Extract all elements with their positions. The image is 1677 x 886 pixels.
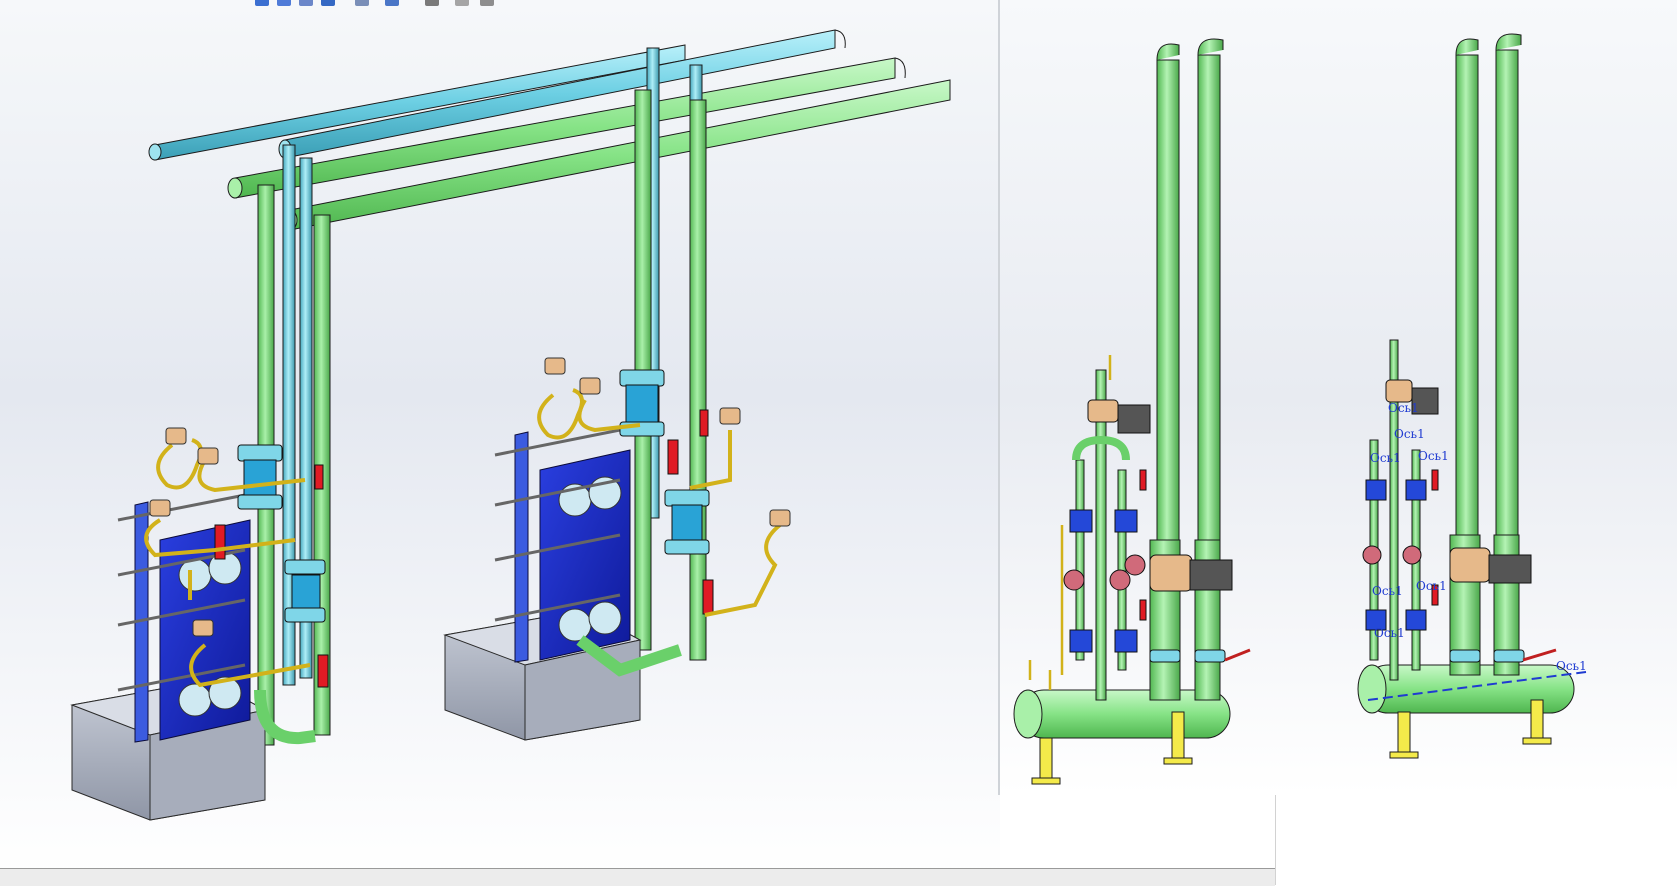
middle-graphics-area[interactable]: [1000, 0, 1346, 795]
assembly-render: [70, 29, 951, 821]
axis-label: Ось1: [1416, 579, 1447, 593]
manifold-render-right: Ось1 Ось1 Ось1 Ось1 Ось1 Ось1 Ось1 Ось1: [1357, 33, 1587, 759]
right-graphics-area[interactable]: Ось1 Ось1 Ось1 Ось1 Ось1 Ось1 Ось1 Ось1: [1346, 0, 1677, 795]
axis-label: Ось1: [1388, 401, 1419, 415]
axis-label: Ось1: [1418, 449, 1449, 463]
main-graphics-area[interactable]: [0, 0, 1000, 875]
axis-label: Ось1: [1374, 626, 1405, 640]
axis-label: Ось1: [1556, 659, 1587, 673]
manifold-render-middle: [1013, 38, 1251, 785]
axis-label: Ось1: [1372, 584, 1403, 598]
status-strip: [0, 868, 1275, 886]
left-heat-exchanger: [117, 493, 251, 743]
empty-panel-area: [1275, 795, 1677, 885]
right-heat-exchanger: [494, 428, 631, 663]
axis-label: Ось1: [1394, 427, 1425, 441]
axis-label: Ось1: [1370, 451, 1401, 465]
